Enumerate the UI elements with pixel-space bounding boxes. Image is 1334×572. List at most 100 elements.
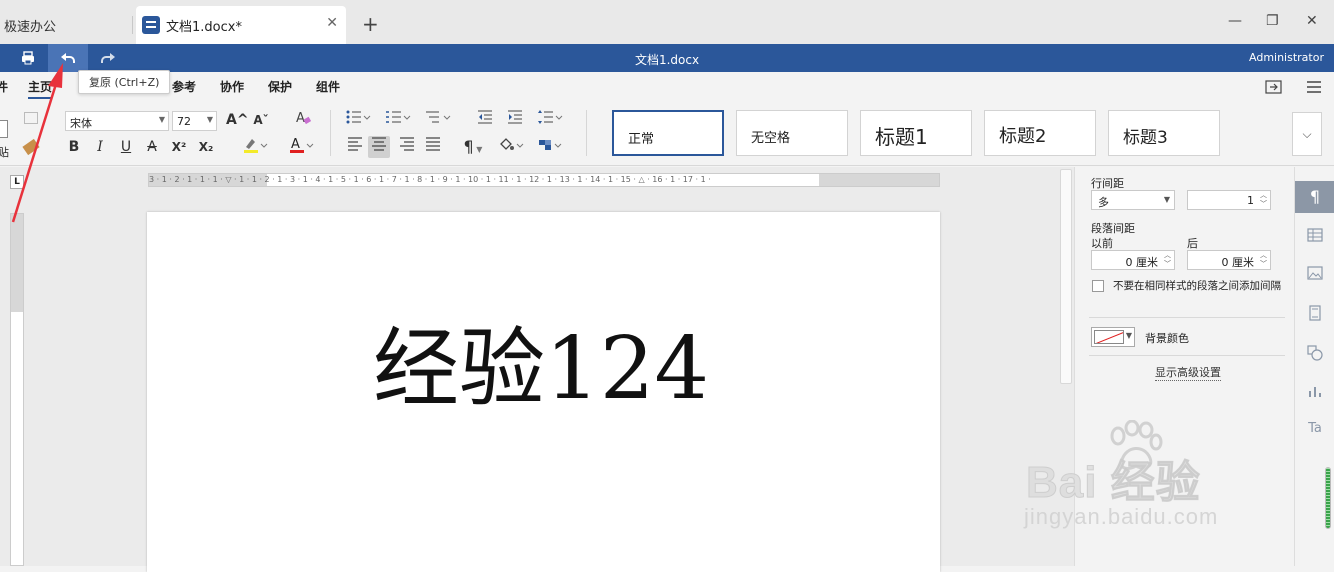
line-spacing-mode-select[interactable]: 多 ▼: [1091, 190, 1175, 210]
bold-button[interactable]: B: [63, 136, 85, 158]
show-marks-button[interactable]: ¶ ▼: [458, 136, 488, 158]
align-right-button[interactable]: [396, 136, 418, 158]
tab-app-home[interactable]: 极速办公: [0, 6, 132, 44]
grow-font-button[interactable]: A^: [226, 109, 249, 131]
tab-app-home-label: 极速办公: [4, 20, 57, 35]
spacing-after-label: 后: [1187, 237, 1198, 250]
vertical-ruler[interactable]: [10, 213, 24, 566]
table-settings-button[interactable]: [1295, 219, 1334, 251]
chart-settings-button[interactable]: [1295, 375, 1334, 407]
justify-icon: [426, 137, 440, 151]
image-icon: [1307, 266, 1323, 280]
borders-button[interactable]: [534, 136, 564, 158]
image-settings-button[interactable]: [1295, 257, 1334, 289]
signal-indicator: [1325, 467, 1331, 529]
spinner-icon[interactable]: ︿ ﹀: [1260, 191, 1267, 209]
paragraph-settings-panel: 行间距 多 ▼ 1 ︿ ﹀ 段落间距 以前 后 0 厘米 ︿ ﹀ 0 厘米 ︿ ﹀ 不要在相同…: [1074, 167, 1294, 566]
decrease-indent-button[interactable]: [474, 109, 496, 131]
format-painter-icon[interactable]: [22, 138, 40, 156]
line-spacing-value-input[interactable]: 1 ︿ ﹀: [1187, 190, 1271, 210]
minimize-button[interactable]: —: [1228, 13, 1242, 29]
style-heading1[interactable]: 标题1: [860, 110, 972, 156]
document-page[interactable]: 经验124: [147, 212, 940, 572]
line-spacing-mode-value: 多: [1098, 196, 1109, 209]
document-text[interactable]: 经验124: [373, 326, 709, 412]
copy-icon[interactable]: [24, 112, 38, 124]
spinner-icon[interactable]: ︿ ﹀: [1164, 251, 1171, 269]
style-heading3[interactable]: 标题3: [1108, 110, 1220, 156]
font-size-select[interactable]: 72 ▼: [172, 111, 217, 131]
style-normal[interactable]: 正常: [612, 110, 724, 156]
menu-collaborate[interactable]: 协作: [220, 78, 244, 95]
menu-protect[interactable]: 保护: [268, 78, 292, 95]
italic-button[interactable]: I: [89, 136, 111, 158]
paste-icon[interactable]: [0, 120, 8, 138]
undo-tooltip: 复原 (Ctrl+Z): [78, 70, 171, 94]
ribbon-divider: [330, 110, 331, 156]
font-name-select[interactable]: 宋体 ▼: [65, 111, 169, 131]
header-footer-icon: [1309, 305, 1321, 321]
tab-close-icon[interactable]: ✕: [326, 15, 338, 31]
menu-references[interactable]: 参考: [172, 78, 196, 95]
strikethrough-button[interactable]: A: [141, 136, 163, 158]
superscript-button[interactable]: X²: [168, 136, 190, 158]
no-space-same-style-checkbox[interactable]: [1092, 280, 1104, 292]
subscript-button[interactable]: X₂: [195, 136, 217, 158]
no-color-swatch: [1094, 330, 1124, 344]
horizontal-ruler[interactable]: 3 · 1 · 2 · 1 · 1 · 1 · ▽ · 1 · 1 · 2 · …: [148, 173, 940, 187]
close-window-button[interactable]: ✕: [1306, 13, 1318, 29]
svg-text:A: A: [296, 111, 305, 125]
align-center-button[interactable]: [368, 136, 390, 158]
tab-stop-selector[interactable]: L: [10, 175, 24, 189]
paragraph-settings-button[interactable]: ¶: [1295, 181, 1334, 213]
font-size-value: 72: [177, 115, 191, 128]
menu-home[interactable]: 主页: [28, 78, 53, 99]
show-advanced-settings-link[interactable]: 显示高级设置: [1155, 364, 1221, 381]
tab-document[interactable]: 文档1.docx* ✕: [136, 6, 346, 44]
font-color-button[interactable]: A: [286, 136, 316, 158]
styles-more-button[interactable]: ⌵: [1292, 112, 1322, 156]
ribbon: 贴 宋体 ▼ 72 ▼ A^ Aˇ A B I U A X² X₂ A ¶ ▼ 正常…: [0, 100, 1334, 166]
spinner-icon[interactable]: ︿ ﹀: [1260, 251, 1267, 269]
panel-divider: [1089, 355, 1285, 356]
style-heading2[interactable]: 标题2: [984, 110, 1096, 156]
menu-plugins[interactable]: 组件: [316, 78, 340, 95]
header-footer-settings-button[interactable]: [1295, 297, 1334, 329]
font-name-value: 宋体: [70, 117, 92, 130]
shrink-font-button[interactable]: Aˇ: [250, 109, 272, 131]
background-color-picker[interactable]: ▼: [1091, 327, 1135, 347]
align-left-button[interactable]: [344, 136, 366, 158]
font-color-icon: A: [290, 137, 314, 153]
bullet-list-icon: [346, 110, 371, 124]
maximize-button[interactable]: ❐: [1266, 13, 1279, 29]
line-spacing-button[interactable]: [536, 109, 564, 131]
align-right-icon: [400, 137, 414, 151]
clear-format-button[interactable]: A: [292, 109, 314, 131]
shading-button[interactable]: [496, 136, 526, 158]
underline-button[interactable]: U: [115, 136, 137, 158]
multilevel-list-button[interactable]: [424, 109, 452, 131]
ribbon-divider: [586, 110, 587, 156]
spacing-after-input[interactable]: 0 厘米 ︿ ﹀: [1187, 250, 1271, 270]
vertical-scrollbar[interactable]: [1060, 169, 1072, 384]
hamburger-menu-icon[interactable]: [1306, 81, 1322, 93]
increase-indent-button[interactable]: [504, 109, 526, 131]
style-no-spacing[interactable]: 无空格: [736, 110, 848, 156]
text-art-settings-button[interactable]: Ta: [1295, 413, 1334, 445]
paste-label: 贴: [0, 146, 9, 159]
shape-settings-button[interactable]: [1295, 337, 1334, 369]
menu-file-partial[interactable]: 件: [0, 78, 8, 95]
open-location-icon[interactable]: [1265, 79, 1283, 95]
spacing-before-input[interactable]: 0 厘米 ︿ ﹀: [1091, 250, 1175, 270]
user-name[interactable]: Administrator: [1249, 51, 1324, 64]
highlight-button[interactable]: [240, 136, 270, 158]
justify-button[interactable]: [422, 136, 444, 158]
chevron-down-icon: ⌵: [1302, 127, 1312, 141]
paragraph-spacing-label: 段落间距: [1091, 222, 1135, 235]
numbered-list-icon: [386, 111, 411, 123]
bullet-list-button[interactable]: [344, 109, 372, 131]
new-tab-button[interactable]: +: [362, 12, 379, 36]
ruler-top-margin: [11, 214, 23, 312]
numbered-list-button[interactable]: [384, 109, 412, 131]
clear-format-icon: A: [296, 111, 312, 126]
